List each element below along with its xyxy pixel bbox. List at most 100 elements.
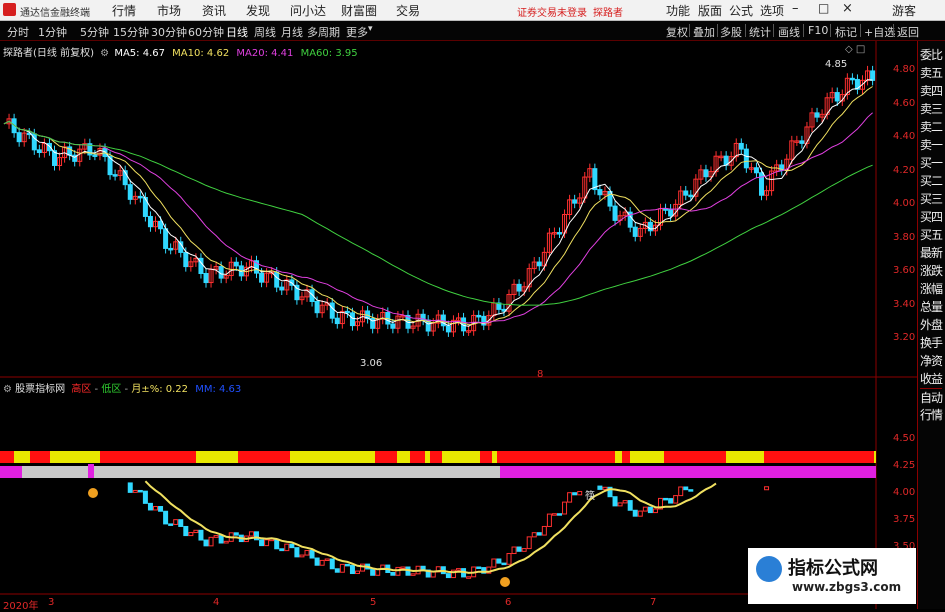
btn-tongji[interactable]: 统计 [749,24,771,40]
maximize-icon[interactable]: □ [818,1,829,15]
login-notice[interactable]: 证券交易未登录 [517,4,587,19]
sub-candle [299,554,305,558]
btn-diejia[interactable]: 叠加 [693,24,715,40]
menu-zixun[interactable]: 资讯 [202,2,226,19]
ma5-line [3,79,873,327]
candle-body [683,190,689,196]
tab-daily[interactable]: 日线 [226,24,248,40]
sub-candle [627,500,633,511]
sub-candle [218,535,224,544]
sub-candle [233,532,239,536]
sub-candle [557,513,562,516]
menu-xuanxiang[interactable]: 选项 [760,2,784,19]
sidebar-sell5[interactable]: 卖五 [920,64,943,81]
settings-icon[interactable]: ⚙ [100,48,109,59]
sidebar-buy4[interactable]: 买四 [920,208,943,225]
sub-candle [572,492,578,496]
minimize-icon[interactable]: – [792,1,799,16]
tab-more[interactable]: 更多 [346,24,368,40]
menu-caifuquan[interactable]: 财富圈 [341,2,377,19]
kline-chart-canvas[interactable] [0,41,917,609]
sidebar-outer[interactable]: 外盘 [920,316,943,333]
tab-5min[interactable]: 5分钟 [80,24,109,40]
sidebar-turnover[interactable]: 换手 [920,334,943,351]
red-segment [238,451,290,463]
tab-60min[interactable]: 60分钟 [188,24,224,40]
sub-lines [88,480,717,587]
btn-back[interactable]: 返回 [897,24,919,40]
btn-add-watchlist[interactable]: +自选 [864,24,895,40]
sub-candle [390,572,396,576]
sub-candle [259,539,265,547]
sidebar-sell2[interactable]: 卖二 [920,118,943,135]
x-tick: 2020年 [3,601,39,612]
menu-gongshi[interactable]: 公式 [729,2,753,19]
sidebar-change[interactable]: 涨跌 [920,262,943,279]
menu-wenxiaoda[interactable]: 问小达 [290,2,326,19]
event-marker[interactable]: 8 [537,369,543,380]
red-segment [664,451,726,463]
candle-body [183,251,189,268]
app-title: 通达信金融终端 [20,8,90,19]
btn-huaxian[interactable]: 画线 [778,24,800,40]
low-price-label: 3.06 [360,358,383,369]
indicator-settings-icon[interactable]: ⚙ [3,384,12,395]
close-icon[interactable]: × [842,1,853,16]
more-arrow-icon[interactable]: ▾ [368,24,373,34]
sidebar-sell1[interactable]: 卖一 [920,136,943,153]
menu-banmian[interactable]: 版面 [698,2,722,19]
tab-monthly[interactable]: 月线 [281,24,303,40]
menu-faxian[interactable]: 发现 [246,2,270,19]
sidebar-sell3[interactable]: 卖三 [920,100,943,117]
candle-body [314,300,320,314]
red-segment [497,451,615,463]
btn-fuquan[interactable]: 复权 [666,24,688,40]
magenta-band [500,466,876,478]
sidebar-buy3[interactable]: 买三 [920,190,943,207]
sidebar-change-pct[interactable]: 涨幅 [920,280,943,297]
sub-candle [294,547,300,558]
sidebar-weibi[interactable]: 委比 [920,46,943,63]
menu-jiaoyi[interactable]: 交易 [396,2,420,19]
btn-duogu[interactable]: 多股 [720,24,742,40]
sub-candle [329,558,335,570]
chart-tools-icon[interactable]: ◇ □ [845,44,865,55]
sidebar-buy5[interactable]: 买五 [920,226,943,243]
ma20-label: MA20: 4.41 [236,48,294,59]
sub-candle [198,529,204,541]
menu-hangqing[interactable]: 行情 [112,2,136,19]
sidebar-quotes[interactable]: 行情 [920,406,943,423]
sidebar-auto[interactable]: 自动 [920,388,943,406]
y-tick-main: 3.60 [893,265,916,276]
tab-multi-period[interactable]: 多周期 [307,24,340,40]
sub-candle [127,482,133,493]
tab-1min[interactable]: 1分钟 [38,24,67,40]
sidebar-income[interactable]: 收益 [920,370,943,387]
sidebar-buy2[interactable]: 买二 [920,172,943,189]
tab-fenshi[interactable]: 分时 [7,24,29,40]
tab-weekly[interactable]: 周线 [254,24,276,40]
sub-candle [678,486,684,497]
btn-biaoji[interactable]: 标记 [835,24,857,40]
buy-signal-icon [88,488,98,498]
sidebar-latest[interactable]: 最新 [920,244,943,261]
y-tick-sub: 3.75 [893,514,916,525]
high-price-label: 4.85 [825,59,848,70]
sidebar-buy1[interactable]: 买一 [920,154,943,171]
candle-body [92,154,98,157]
menu-shichang[interactable]: 市场 [157,2,181,19]
btn-f10[interactable]: F10 [808,24,828,37]
sub-candle [456,568,461,571]
sidebar-volume[interactable]: 总量 [920,298,943,315]
sub-candle [188,532,194,537]
sidebar-netasset[interactable]: 净资 [920,352,943,369]
tab-30min[interactable]: 30分钟 [151,24,187,40]
menu-gongneng[interactable]: 功能 [666,2,690,19]
candle-body [203,272,209,284]
watermark-logo-icon [756,556,782,582]
sub-candle [764,486,770,491]
sub-candle [203,539,209,547]
guest-label[interactable]: 游客 [892,2,916,19]
sidebar-sell4[interactable]: 卖四 [920,82,943,99]
tab-15min[interactable]: 15分钟 [113,24,149,40]
